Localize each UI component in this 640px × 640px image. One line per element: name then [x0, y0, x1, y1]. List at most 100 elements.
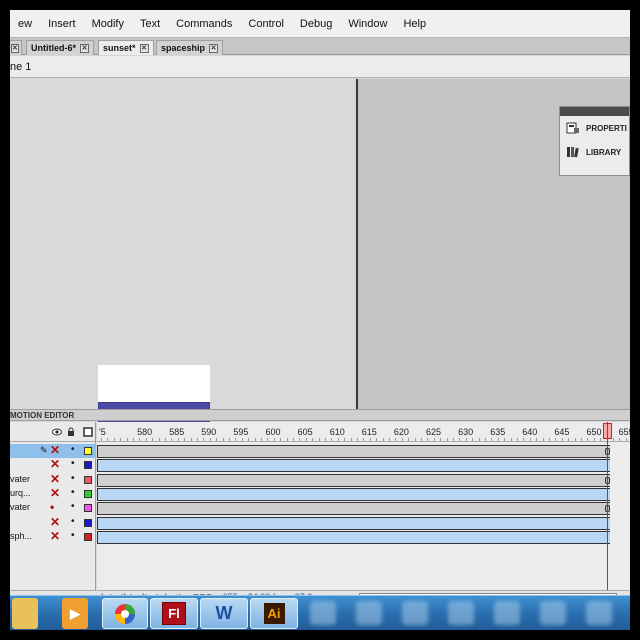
visibility-toggle[interactable]: ✕ — [50, 530, 60, 542]
panel-header[interactable] — [560, 107, 629, 116]
ruler-tick — [555, 438, 557, 441]
blurred-app-icon[interactable] — [494, 601, 520, 625]
layer-name[interactable]: sph... — [10, 531, 32, 541]
layer-row[interactable]: ✕ • — [10, 458, 96, 472]
ruler-tick — [625, 438, 627, 441]
stage[interactable] — [10, 79, 354, 448]
lock-toggle[interactable]: • — [71, 473, 75, 484]
ruler-label: 640 — [522, 427, 538, 437]
layer-color-swatch[interactable] — [84, 475, 92, 484]
lock-toggle[interactable]: • — [71, 530, 75, 541]
library-panel-button[interactable]: LIBRARY — [560, 140, 629, 164]
ruler-tick — [152, 438, 154, 441]
menu-item-modify[interactable]: Modify — [84, 18, 132, 30]
illustrator-taskbar-button[interactable]: Ai — [250, 598, 298, 629]
explorer-icon[interactable] — [12, 598, 38, 629]
menu-item-text[interactable]: Text — [132, 18, 168, 30]
ruler-tick — [363, 438, 365, 441]
blurred-app-icon[interactable] — [310, 601, 336, 625]
layer-row[interactable]: ✕ • — [10, 516, 96, 530]
blurred-app-icon[interactable] — [586, 601, 612, 625]
scene-label[interactable]: ne 1 — [10, 61, 31, 73]
ruler-tick — [133, 438, 134, 441]
picasa-taskbar-button[interactable] — [102, 598, 148, 629]
layer-name[interactable]: vater — [10, 474, 30, 484]
visibility-toggle[interactable]: ✕ — [50, 487, 60, 499]
ruler-label: 650 — [586, 427, 602, 437]
blurred-app-icon[interactable] — [356, 601, 382, 625]
layer-list: ✎ ✕ • ✕ • vater ✕ • urq... ✕ • vater • • ✕ • sph... ✕ • — [10, 422, 96, 590]
visibility-toggle[interactable]: ✕ — [50, 516, 60, 528]
close-icon[interactable]: ✕ — [209, 43, 219, 53]
media-player-icon[interactable]: ▶ — [62, 598, 88, 629]
menu-item-commands[interactable]: Commands — [168, 18, 240, 30]
layer-row[interactable]: ✎ ✕ • — [10, 444, 96, 458]
layer-frame-track[interactable] — [97, 516, 610, 530]
blurred-app-icon[interactable] — [402, 601, 428, 625]
lock-toggle[interactable]: • — [71, 501, 75, 512]
ruler-tick — [453, 438, 454, 441]
blurred-app-icon[interactable] — [540, 601, 566, 625]
layer-color-swatch[interactable] — [84, 461, 92, 470]
ruler-tick — [382, 438, 384, 441]
layer-frame-track[interactable] — [97, 445, 610, 458]
layer-frame-track[interactable] — [97, 530, 610, 544]
ruler-tick — [190, 438, 192, 441]
menu-item-debug[interactable]: Debug — [292, 18, 340, 30]
lock-toggle[interactable]: • — [71, 516, 75, 527]
timeline-frames[interactable]: '5 580 585 590 595 600 605 610 615 620 625 630 635 64… — [97, 422, 630, 590]
white-rectangle[interactable] — [98, 365, 210, 402]
tab-hidden[interactable]: ✕ — [10, 40, 22, 55]
lock-icon[interactable] — [67, 427, 75, 437]
close-icon[interactable]: ✕ — [11, 43, 19, 53]
layer-row[interactable]: sph... ✕ • — [10, 530, 96, 544]
menu-item-insert[interactable]: Insert — [40, 18, 84, 30]
layer-frame-track[interactable] — [97, 459, 610, 473]
layer-color-swatch[interactable] — [84, 489, 92, 498]
menu-item-ew[interactable]: ew — [10, 18, 40, 30]
layer-row[interactable]: vater ✕ • — [10, 473, 96, 487]
layer-frame-track[interactable] — [97, 487, 610, 501]
tab-label: sunset* — [103, 43, 136, 53]
ruler-label: 580 — [137, 427, 153, 437]
tab-sunset[interactable]: sunset* ✕ — [98, 40, 154, 55]
menu-item-help[interactable]: Help — [395, 18, 434, 30]
visibility-toggle[interactable]: • — [50, 501, 54, 513]
visibility-toggle[interactable]: ✕ — [50, 458, 60, 470]
tab-spaceship[interactable]: spaceship ✕ — [156, 40, 224, 55]
ruler-tick — [408, 438, 410, 441]
motion-editor-tab[interactable]: MOTION EDITOR — [10, 409, 630, 421]
layer-name[interactable]: urq... — [10, 488, 31, 498]
lock-toggle[interactable]: • — [71, 444, 75, 455]
tab-untitled-6[interactable]: Untitled-6* ✕ — [26, 40, 94, 55]
properties-panel-button[interactable]: PROPERTI — [560, 116, 629, 140]
layer-row[interactable]: urq... ✕ • — [10, 487, 96, 501]
document-tabs: ✕ Untitled-6* ✕ sunset* ✕ spaceship ✕ — [10, 38, 630, 55]
frame-ruler[interactable]: '5 580 585 590 595 600 605 610 615 620 625 630 635 64… — [97, 422, 630, 442]
layer-color-swatch[interactable] — [84, 518, 92, 527]
word-taskbar-button[interactable]: W — [200, 598, 248, 629]
layer-color-swatch[interactable] — [84, 532, 92, 541]
close-icon[interactable]: ✕ — [80, 43, 89, 53]
properties-label: PROPERTI — [586, 123, 627, 133]
layer-frame-track[interactable] — [97, 502, 610, 516]
layer-color-swatch[interactable] — [84, 447, 92, 455]
layer-name[interactable]: vater — [10, 502, 30, 512]
lock-toggle[interactable]: • — [71, 458, 75, 469]
menu-item-window[interactable]: Window — [340, 18, 395, 30]
layer-row[interactable]: vater • • — [10, 501, 96, 515]
ruler-tick — [318, 438, 320, 441]
layer-color-swatch[interactable] — [84, 504, 92, 513]
menu-item-control[interactable]: Control — [240, 18, 291, 30]
flash-taskbar-button[interactable]: Fl — [150, 598, 198, 629]
visibility-toggle[interactable]: ✕ — [50, 473, 60, 485]
close-icon[interactable]: ✕ — [139, 43, 149, 53]
blurred-app-icon[interactable] — [448, 601, 474, 625]
ruler-tick — [350, 438, 352, 441]
visibility-toggle[interactable]: ✕ — [50, 444, 60, 456]
layer-frame-track[interactable] — [97, 473, 610, 487]
ruler-tick — [549, 438, 550, 441]
eye-icon[interactable] — [52, 428, 62, 436]
outline-icon[interactable] — [83, 427, 93, 437]
lock-toggle[interactable]: • — [71, 487, 75, 498]
